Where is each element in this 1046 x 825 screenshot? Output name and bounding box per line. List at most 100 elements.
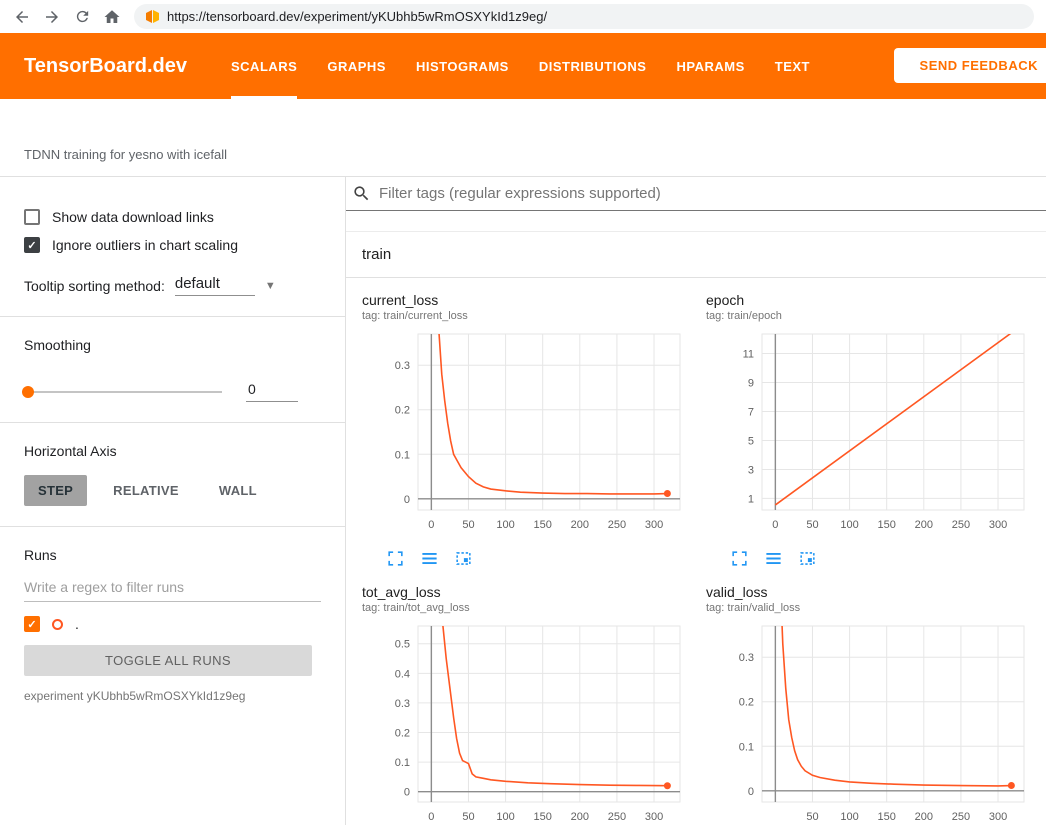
svg-text:100: 100	[496, 811, 514, 823]
ignore-outliers-label: Ignore outliers in chart scaling	[52, 237, 238, 253]
line-chart[interactable]: 05010015020025030000.10.20.3	[362, 328, 702, 545]
chart-tag: tag: train/valid_loss	[706, 602, 1046, 614]
smoothing-slider-thumb[interactable]	[22, 386, 34, 398]
chart-card-valid-loss: valid_loss tag: train/valid_loss 5010015…	[706, 584, 1046, 825]
svg-text:100: 100	[840, 811, 858, 823]
smoothing-value-input[interactable]: 0	[246, 381, 298, 402]
smoothing-slider[interactable]	[24, 391, 222, 393]
svg-text:150: 150	[878, 811, 896, 823]
reload-icon[interactable]	[68, 3, 96, 31]
general-settings-section: Show data download links ✓ Ignore outlie…	[0, 177, 345, 317]
smoothing-slider-row: 0	[24, 381, 321, 402]
svg-text:250: 250	[608, 519, 626, 531]
tab-graphs[interactable]: GRAPHS	[327, 33, 386, 99]
checkbox-checked-icon[interactable]: ✓	[24, 237, 40, 253]
toggle-all-runs-button[interactable]: TOGGLE ALL RUNS	[24, 645, 312, 676]
svg-text:250: 250	[608, 811, 626, 823]
svg-text:9: 9	[748, 378, 754, 390]
toggle-y-axis-icon[interactable]	[764, 549, 783, 568]
chart-actions	[362, 549, 702, 568]
svg-text:50: 50	[462, 811, 474, 823]
svg-text:50: 50	[462, 519, 474, 531]
svg-text:0: 0	[428, 811, 434, 823]
home-icon[interactable]	[98, 3, 126, 31]
chart-card-epoch: epoch tag: train/epoch 05010015020025030…	[706, 292, 1046, 568]
runs-section: Runs ✓ . TOGGLE ALL RUNS experiment yKUb…	[0, 527, 345, 723]
chevron-down-icon[interactable]: ▼	[265, 280, 276, 292]
back-icon[interactable]	[8, 3, 36, 31]
chart-tag: tag: train/current_loss	[362, 310, 702, 322]
expand-chart-icon[interactable]	[386, 549, 405, 568]
send-feedback-button[interactable]: SEND FEEDBACK	[894, 48, 1046, 83]
line-chart[interactable]: 05010015020025030000.10.20.30.40.5	[362, 620, 702, 825]
svg-text:0: 0	[404, 494, 410, 506]
ignore-outliers-checkbox-row[interactable]: ✓ Ignore outliers in chart scaling	[24, 231, 321, 259]
filter-tags-input[interactable]	[379, 185, 1046, 202]
brand-logo[interactable]: TensorBoard.dev	[24, 33, 187, 99]
toggle-y-axis-icon[interactable]	[420, 549, 439, 568]
browser-bar: https://tensorboard.dev/experiment/yKUbh…	[0, 0, 1046, 33]
tab-histograms[interactable]: HISTOGRAMS	[416, 33, 509, 99]
svg-text:150: 150	[534, 811, 552, 823]
horizontal-axis-label: Horizontal Axis	[24, 443, 321, 459]
svg-text:0.4: 0.4	[395, 668, 410, 680]
chart-tag: tag: train/tot_avg_loss	[362, 602, 702, 614]
run-color-swatch-icon	[52, 619, 63, 630]
tab-hparams[interactable]: HPARAMS	[676, 33, 744, 99]
expand-chart-icon[interactable]	[730, 549, 749, 568]
experiment-bar: TDNN training for yesno with icefall	[0, 99, 1046, 177]
checkbox-unchecked-icon[interactable]	[24, 209, 40, 225]
line-chart[interactable]: 0501001502002503001357911	[706, 328, 1046, 545]
axis-option-step[interactable]: STEP	[24, 475, 87, 506]
svg-text:200: 200	[915, 811, 933, 823]
nav-tabs: SCALARS GRAPHS HISTOGRAMS DISTRIBUTIONS HPAR…	[231, 33, 810, 99]
experiment-title: TDNN training for yesno with icefall	[24, 147, 227, 162]
tab-text[interactable]: TEXT	[775, 33, 810, 99]
svg-text:0.3: 0.3	[395, 360, 410, 372]
chart-title: tot_avg_loss	[362, 584, 702, 600]
svg-text:3: 3	[748, 464, 754, 476]
show-download-links-label: Show data download links	[52, 209, 214, 225]
svg-text:0.5: 0.5	[395, 639, 410, 651]
tab-scalars[interactable]: SCALARS	[231, 33, 297, 99]
chart-tag: tag: train/epoch	[706, 310, 1046, 322]
svg-text:0: 0	[748, 786, 754, 798]
experiment-id-label: experiment yKUbhb5wRmOSXYkId1z9eg	[24, 689, 321, 703]
axis-option-wall[interactable]: WALL	[205, 475, 271, 506]
svg-text:100: 100	[840, 519, 858, 531]
smoothing-label: Smoothing	[24, 337, 321, 353]
svg-text:0.2: 0.2	[739, 697, 754, 709]
svg-text:250: 250	[952, 519, 970, 531]
line-chart[interactable]: 5010015020025030000.10.20.3	[706, 620, 1046, 825]
svg-text:0.1: 0.1	[739, 741, 754, 753]
tooltip-sorting-row: Tooltip sorting method: default ▼	[24, 275, 321, 296]
svg-text:1: 1	[748, 493, 754, 505]
tooltip-sorting-select[interactable]: default	[175, 275, 255, 296]
tab-distributions[interactable]: DISTRIBUTIONS	[539, 33, 647, 99]
svg-text:300: 300	[645, 519, 663, 531]
main-panel: train current_loss tag: train/current_lo…	[346, 177, 1046, 825]
forward-icon[interactable]	[38, 3, 66, 31]
fit-domain-icon[interactable]	[798, 549, 817, 568]
runs-filter-input[interactable]	[24, 573, 321, 602]
train-group-card: train current_loss tag: train/current_lo…	[346, 231, 1046, 825]
axis-option-relative[interactable]: RELATIVE	[99, 475, 193, 506]
run-list-item[interactable]: ✓ .	[24, 616, 321, 632]
svg-text:50: 50	[806, 811, 818, 823]
site-favicon	[146, 10, 159, 23]
svg-text:0: 0	[772, 519, 778, 531]
tooltip-sorting-label: Tooltip sorting method:	[24, 278, 165, 294]
svg-text:200: 200	[571, 811, 589, 823]
address-bar[interactable]: https://tensorboard.dev/experiment/yKUbh…	[134, 4, 1034, 29]
filter-tags-row	[346, 177, 1046, 211]
svg-text:200: 200	[915, 519, 933, 531]
svg-text:0: 0	[428, 519, 434, 531]
svg-text:150: 150	[878, 519, 896, 531]
fit-domain-icon[interactable]	[454, 549, 473, 568]
run-checkbox-checked-icon[interactable]: ✓	[24, 616, 40, 632]
run-name: .	[75, 616, 79, 632]
chart-actions	[706, 549, 1046, 568]
train-group-header[interactable]: train	[346, 232, 1046, 278]
show-download-links-checkbox-row[interactable]: Show data download links	[24, 203, 321, 231]
smoothing-section: Smoothing 0	[0, 317, 345, 423]
